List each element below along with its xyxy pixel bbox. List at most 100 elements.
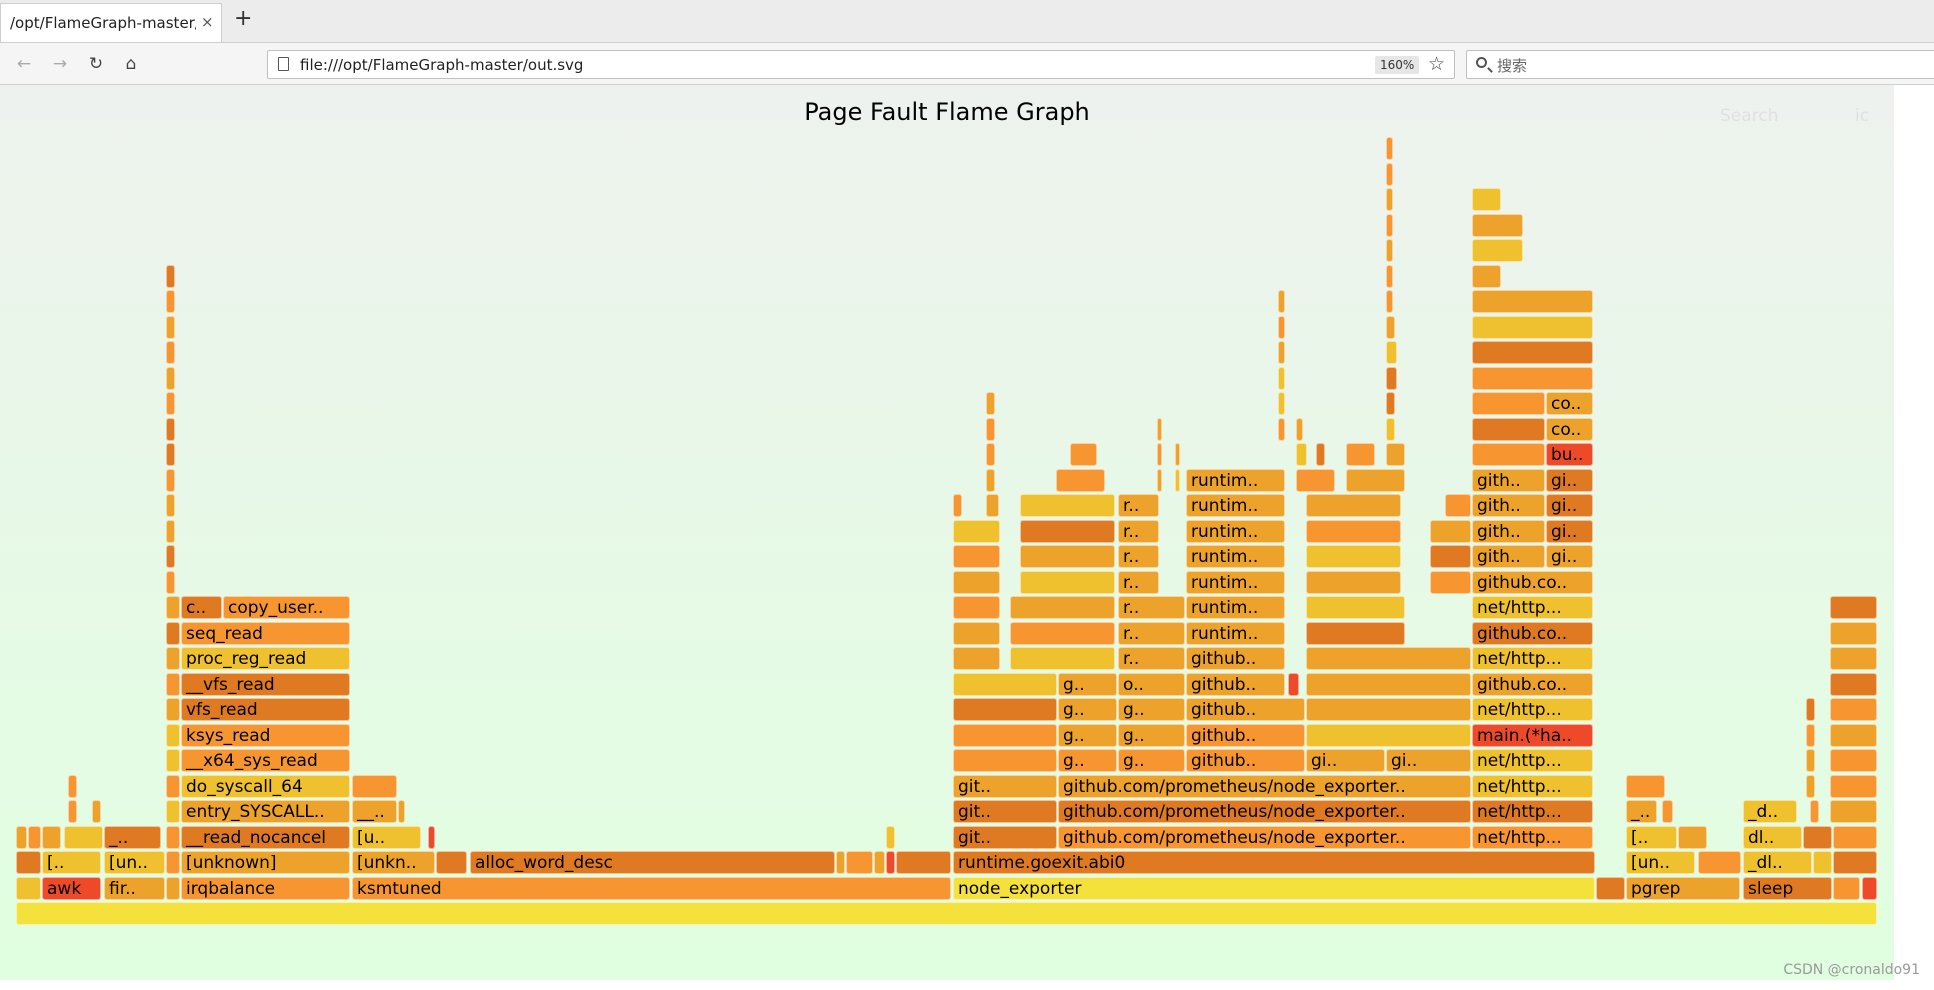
- flame-frame[interactable]: net/http...: [1472, 749, 1593, 772]
- forward-icon[interactable]: →: [48, 52, 72, 76]
- zoom-level-badge[interactable]: 160%: [1375, 56, 1420, 74]
- flame-frame[interactable]: gi..: [1306, 749, 1385, 772]
- flame-frame[interactable]: gi..: [1546, 494, 1593, 517]
- flame-frame[interactable]: [1346, 468, 1405, 492]
- flame-frame[interactable]: [398, 800, 405, 823]
- tab-close-icon[interactable]: ×: [201, 13, 214, 31]
- flame-frame[interactable]: [1472, 417, 1545, 441]
- flame-frame[interactable]: [166, 596, 180, 619]
- flame-frame[interactable]: [986, 494, 999, 517]
- flame-frame[interactable]: runtim..: [1186, 621, 1285, 645]
- flame-frame[interactable]: [1157, 417, 1162, 441]
- flame-frame[interactable]: [1157, 468, 1162, 492]
- flame-frame[interactable]: [1862, 876, 1877, 900]
- tab-flamegraph[interactable]: /opt/FlameGraph-master/out. ×: [0, 3, 222, 42]
- flame-frame[interactable]: [1278, 366, 1285, 390]
- flame-frame[interactable]: [1472, 443, 1545, 466]
- flame-frame[interactable]: [64, 825, 103, 849]
- flame-frame[interactable]: [166, 366, 175, 390]
- flame-frame[interactable]: [1010, 596, 1115, 619]
- flame-frame[interactable]: [428, 825, 435, 849]
- flame-frame[interactable]: [1813, 851, 1832, 874]
- flame-frame[interactable]: [953, 570, 1000, 594]
- flame-frame[interactable]: [166, 800, 180, 823]
- flame-frame[interactable]: net/http...: [1472, 825, 1593, 849]
- flame-frame[interactable]: [1472, 366, 1593, 390]
- flame-frame[interactable]: _d..: [1743, 800, 1797, 823]
- flame-frame[interactable]: [1020, 494, 1115, 517]
- flame-frame[interactable]: [166, 825, 180, 849]
- flame-frame[interactable]: [166, 315, 175, 339]
- flame-frame[interactable]: co..: [1546, 392, 1593, 415]
- flame-frame[interactable]: __vfs_read: [181, 672, 350, 696]
- flame-frame[interactable]: [836, 851, 845, 874]
- flame-frame[interactable]: [166, 621, 180, 645]
- flame-frame[interactable]: [un..: [1626, 851, 1695, 874]
- flame-frame[interactable]: runtim..: [1186, 596, 1285, 619]
- flame-frame[interactable]: [16, 851, 41, 874]
- flame-frame[interactable]: __read_nocancel: [181, 825, 350, 849]
- flame-frame[interactable]: github..: [1186, 698, 1305, 721]
- flame-frame[interactable]: g..: [1058, 672, 1117, 696]
- flame-frame[interactable]: r..: [1118, 494, 1159, 517]
- flame-frame[interactable]: [166, 698, 180, 721]
- flame-frame[interactable]: [1056, 468, 1105, 492]
- flame-frame[interactable]: [1386, 239, 1393, 262]
- flame-frame[interactable]: [1306, 621, 1405, 645]
- flame-frame[interactable]: [1678, 825, 1707, 849]
- flame-frame[interactable]: copy_user..: [223, 596, 350, 619]
- flame-frame[interactable]: [166, 647, 180, 670]
- flame-frame[interactable]: git..: [953, 774, 1057, 798]
- flame-frame[interactable]: [1175, 443, 1180, 466]
- flame-frame[interactable]: [1386, 315, 1395, 339]
- flame-frame[interactable]: g..: [1118, 723, 1185, 747]
- flame-frame[interactable]: [1278, 290, 1285, 313]
- flame-frame[interactable]: c..: [181, 596, 222, 619]
- flame-graph-search-button[interactable]: Search: [1720, 106, 1778, 126]
- flame-frame[interactable]: g..: [1058, 723, 1117, 747]
- flame-frame[interactable]: irqbalance: [181, 876, 350, 900]
- flame-frame[interactable]: [1306, 596, 1405, 619]
- flame-frame[interactable]: git..: [953, 825, 1057, 849]
- flame-frame[interactable]: r..: [1118, 596, 1185, 619]
- flame-frame[interactable]: bu..: [1546, 443, 1593, 466]
- flame-frame[interactable]: [1806, 749, 1815, 772]
- flame-frame[interactable]: [1278, 417, 1285, 441]
- flame-frame[interactable]: [1830, 698, 1877, 721]
- reload-icon[interactable]: ↻: [84, 52, 108, 76]
- flame-frame[interactable]: _dl..: [1743, 851, 1812, 874]
- flame-frame[interactable]: [1810, 800, 1819, 823]
- flame-frame[interactable]: [166, 341, 175, 364]
- flame-frame[interactable]: [953, 596, 1000, 619]
- flame-frame[interactable]: [1806, 698, 1815, 721]
- flame-frame[interactable]: [1010, 621, 1115, 645]
- flame-frame[interactable]: [953, 647, 1000, 670]
- flame-frame[interactable]: gith..: [1472, 494, 1545, 517]
- flame-frame[interactable]: [1830, 621, 1877, 645]
- flame-frame[interactable]: [1430, 545, 1471, 568]
- flame-frame[interactable]: [1430, 570, 1471, 594]
- flame-frame[interactable]: [1472, 213, 1523, 237]
- flame-frame[interactable]: [1472, 290, 1593, 313]
- flame-frame[interactable]: [16, 902, 1877, 925]
- flame-frame[interactable]: [1626, 774, 1665, 798]
- new-tab-button[interactable]: +: [234, 6, 252, 31]
- url-text[interactable]: file:///opt/FlameGraph-master/out.svg: [300, 56, 583, 74]
- flame-frame[interactable]: [1833, 825, 1877, 849]
- flame-frame[interactable]: [1306, 647, 1471, 670]
- flame-frame[interactable]: [1157, 443, 1162, 466]
- flame-frame[interactable]: g..: [1118, 698, 1185, 721]
- flame-frame[interactable]: net/http...: [1472, 596, 1593, 619]
- flame-frame[interactable]: runtim..: [1186, 468, 1285, 492]
- flame-frame[interactable]: [1830, 672, 1877, 696]
- flame-frame[interactable]: alloc_word_desc: [470, 851, 835, 874]
- flame-frame[interactable]: [166, 392, 175, 415]
- flame-frame[interactable]: __..: [352, 800, 397, 823]
- flame-frame[interactable]: [1306, 545, 1401, 568]
- flame-frame[interactable]: [1830, 774, 1877, 798]
- flame-frame[interactable]: [953, 494, 962, 517]
- flame-frame[interactable]: github..: [1186, 723, 1305, 747]
- flame-frame[interactable]: g..: [1118, 749, 1185, 772]
- flame-frame[interactable]: [986, 443, 995, 466]
- flame-frame[interactable]: [166, 545, 175, 568]
